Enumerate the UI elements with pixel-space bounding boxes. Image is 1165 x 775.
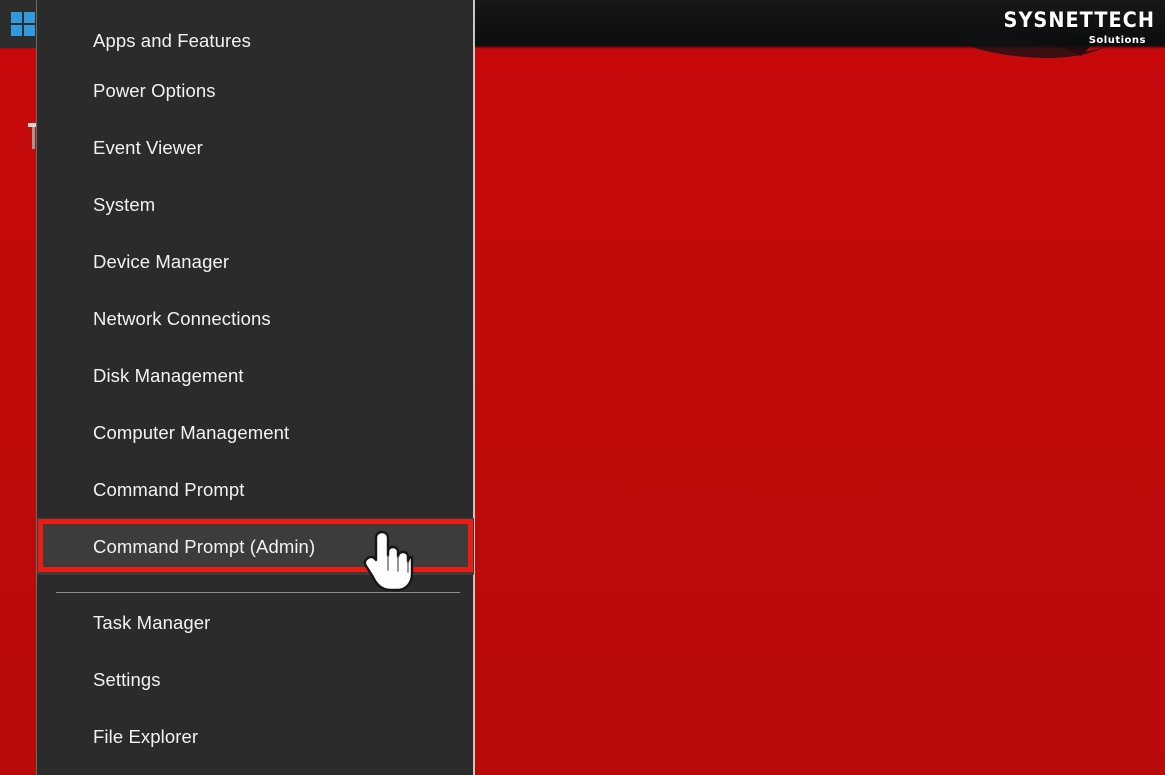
menu-item-file-explorer[interactable]: File Explorer <box>37 708 474 765</box>
menu-item-task-manager[interactable]: Task Manager <box>37 594 474 651</box>
windows-logo-icon <box>11 12 35 36</box>
menu-item-label: Apps and Features <box>93 30 252 51</box>
menu-item-apps-and-features[interactable]: Apps and Features <box>37 0 474 62</box>
menu-item-label: Settings <box>93 668 161 690</box>
menu-item-settings[interactable]: Settings <box>37 651 474 708</box>
menu-item-label: Disk Management <box>93 364 244 386</box>
menu-item-label: Command Prompt (Admin) <box>93 535 316 557</box>
logo-subtitle: Solutions <box>1088 35 1146 46</box>
menu-item-label: Command Prompt <box>93 478 245 500</box>
start-button[interactable] <box>0 0 36 48</box>
menu-item-computer-management[interactable]: Computer Management <box>37 404 474 461</box>
menu-item-label: Computer Management <box>93 421 290 443</box>
menu-item-label: System <box>93 193 156 215</box>
menu-item-label: Task Manager <box>93 611 211 633</box>
menu-item-system[interactable]: System <box>37 176 474 233</box>
winx-power-user-menu: Apps and Features Power Options Event Vi… <box>36 0 475 775</box>
menu-item-label: Device Manager <box>93 250 230 272</box>
winx-menu-list: Apps and Features Power Options Event Vi… <box>37 0 474 765</box>
menu-divider <box>56 592 460 593</box>
menu-item-label: Event Viewer <box>93 136 203 158</box>
desktop-screen: SYSNETTECH Solutions Apps and Features P… <box>0 0 1165 775</box>
sysnettech-logo: SYSNETTECH Solutions <box>953 2 1159 58</box>
logo-title: SYSNETTECH <box>1003 8 1155 32</box>
menu-item-label: File Explorer <box>93 725 199 747</box>
hand-cursor-icon <box>363 530 414 592</box>
menu-item-power-options[interactable]: Power Options <box>37 62 474 119</box>
menu-item-command-prompt[interactable]: Command Prompt <box>37 461 474 518</box>
menu-item-device-manager[interactable]: Device Manager <box>37 233 474 290</box>
menu-item-event-viewer[interactable]: Event Viewer <box>37 119 474 176</box>
menu-item-label: Network Connections <box>93 307 271 329</box>
menu-item-label: Power Options <box>93 79 216 101</box>
menu-item-disk-management[interactable]: Disk Management <box>37 347 474 404</box>
menu-item-network-connections[interactable]: Network Connections <box>37 290 474 347</box>
